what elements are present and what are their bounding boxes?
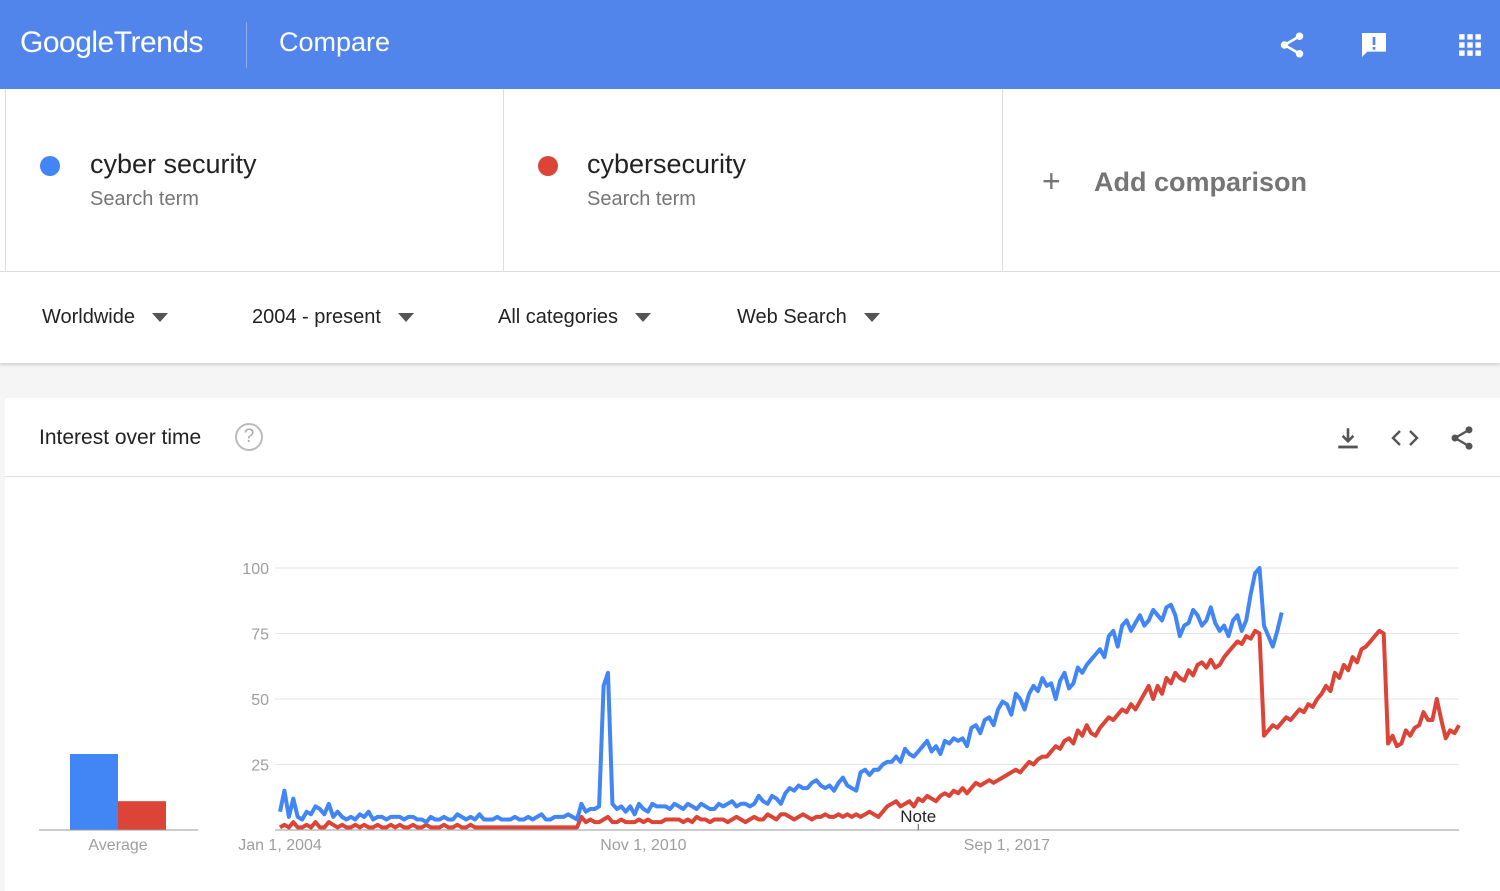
chevron-down-icon bbox=[152, 313, 168, 322]
panel-title: Interest over time bbox=[39, 426, 202, 449]
y-tick-label: 25 bbox=[251, 758, 269, 775]
category-value: All categories bbox=[498, 306, 619, 328]
embed-code-icon[interactable] bbox=[1389, 422, 1421, 454]
term-color-dot bbox=[538, 156, 558, 176]
logo-trends: Trends bbox=[113, 26, 204, 59]
panel-header: Interest over time ? bbox=[5, 398, 1500, 477]
series-line-cybersecurity[interactable] bbox=[278, 628, 1461, 830]
download-icon[interactable] bbox=[1332, 422, 1364, 454]
term-name: cyber security bbox=[90, 149, 257, 179]
term-type: Search term bbox=[587, 188, 696, 210]
y-tick-label: 50 bbox=[251, 692, 269, 709]
series-line-cyber-security[interactable] bbox=[278, 566, 1284, 825]
time-range-dropdown[interactable]: 2004 - present bbox=[252, 306, 414, 329]
search-property-dropdown[interactable]: Web Search bbox=[737, 306, 880, 329]
filter-bar: Worldwide 2004 - present All categories … bbox=[0, 272, 1500, 363]
average-label: Average bbox=[88, 837, 147, 854]
term-card-cybersecurity[interactable]: cybersecurity Search term bbox=[504, 89, 1003, 272]
share-icon[interactable] bbox=[1446, 422, 1478, 454]
chevron-down-icon bbox=[397, 313, 414, 322]
x-tick-label: Nov 1, 2010 bbox=[600, 837, 686, 854]
time-range-value: 2004 - present bbox=[252, 306, 381, 328]
search-property-value: Web Search bbox=[737, 306, 847, 328]
category-dropdown[interactable]: All categories bbox=[498, 306, 652, 329]
header-divider bbox=[246, 22, 247, 68]
note-label[interactable]: Note bbox=[900, 807, 936, 826]
chevron-down-icon bbox=[863, 313, 880, 322]
x-tick-label: Sep 1, 2017 bbox=[964, 837, 1050, 854]
term-type: Search term bbox=[90, 188, 199, 210]
average-bars: Average bbox=[39, 754, 198, 854]
feedback-icon[interactable] bbox=[1357, 28, 1391, 62]
y-tick-label: 75 bbox=[251, 627, 269, 644]
add-comparison-label: Add comparison bbox=[1094, 167, 1308, 197]
term-card-cyber-security[interactable]: cyber security Search term bbox=[5, 89, 504, 272]
chevron-down-icon bbox=[635, 313, 652, 322]
term-name: cybersecurity bbox=[587, 149, 747, 179]
share-icon[interactable] bbox=[1275, 28, 1309, 62]
y-tick-label: 100 bbox=[242, 561, 269, 578]
help-icon[interactable]: ? bbox=[235, 423, 263, 451]
add-comparison-button[interactable]: + Add comparison bbox=[1003, 89, 1500, 272]
logo-google: Google bbox=[20, 26, 114, 59]
app-header: GoogleTrends Compare bbox=[0, 0, 1500, 89]
region-value: Worldwide bbox=[42, 306, 135, 328]
search-terms-bar: cyber security Search term cybersecurity… bbox=[0, 89, 1500, 272]
region-dropdown[interactable]: Worldwide bbox=[42, 306, 168, 329]
average-bar-cyber-security bbox=[70, 754, 118, 830]
page-title: Compare bbox=[279, 27, 391, 57]
plus-icon: + bbox=[1042, 163, 1061, 199]
average-bar-cybersecurity bbox=[118, 801, 166, 830]
x-tick-label: Jan 1, 2004 bbox=[238, 837, 322, 854]
term-color-dot bbox=[40, 156, 60, 176]
apps-grid-icon[interactable] bbox=[1453, 28, 1487, 62]
google-trends-logo[interactable]: GoogleTrends bbox=[20, 26, 204, 60]
interest-chart: Average 25 50 75 100 Note Jan 1, 2004 Nov 1,… bbox=[39, 561, 1461, 854]
x-axis-labels: Jan 1, 2004 Nov 1, 2010 Sep 1, 2017 bbox=[238, 837, 1050, 854]
interest-over-time-panel: Interest over time ? Average 25 50 75 100 N… bbox=[5, 398, 1500, 891]
